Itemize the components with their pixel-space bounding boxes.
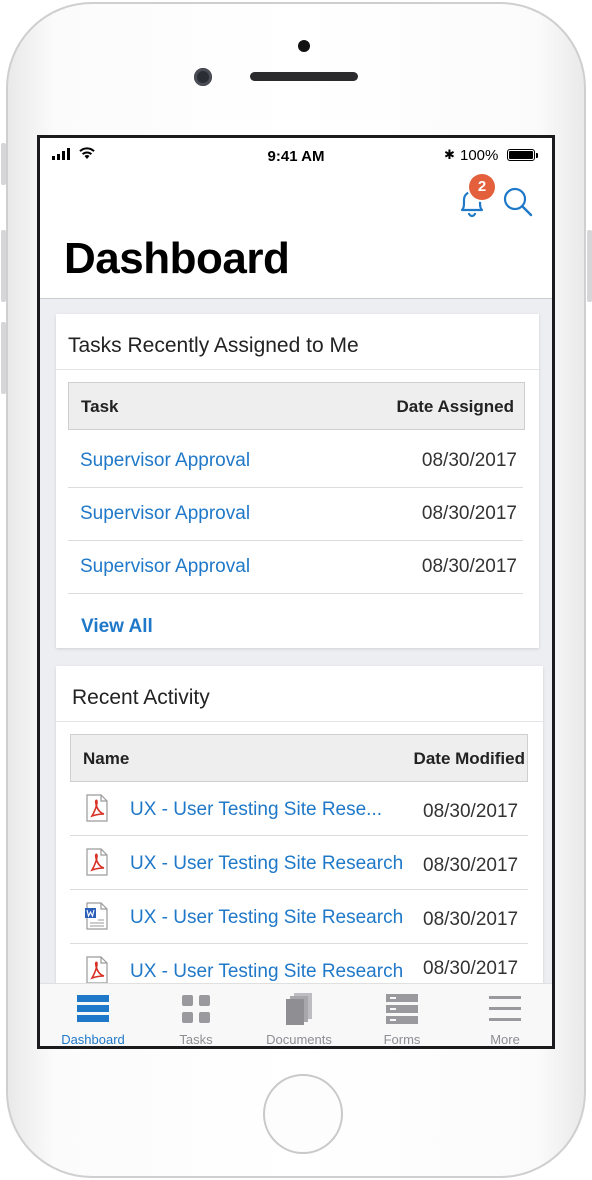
task-link[interactable]: Supervisor Approval (80, 450, 250, 472)
tab-more[interactable]: More (454, 984, 552, 1047)
tab-forms[interactable]: Forms (351, 984, 453, 1047)
pdf-file-icon (86, 848, 108, 876)
tab-label: Tasks (179, 1032, 213, 1047)
bluetooth-icon: ✱ (444, 147, 455, 162)
app-screen: 9:41 AM ✱ 100% 2 Dashboard Tasks Recentl… (37, 135, 555, 1049)
tasks-table-header: Task Date Assigned (68, 382, 525, 430)
activity-date: 08/30/2017 (423, 855, 519, 876)
word-file-icon (85, 902, 108, 930)
recent-activity-title: Recent Activity (72, 686, 210, 709)
front-camera (194, 68, 212, 86)
list-item[interactable]: UX - User Testing Site Research 08/30/20… (70, 890, 528, 944)
activity-name-link[interactable]: UX - User Testing Site Research (130, 853, 403, 875)
divider (56, 721, 543, 722)
tab-label: More (490, 1032, 520, 1047)
activity-table-header: Name Date Modified (70, 734, 528, 782)
dashboard-icon (77, 995, 109, 1022)
table-row[interactable]: Supervisor Approval 08/30/2017 (68, 541, 523, 594)
search-icon[interactable] (502, 186, 534, 218)
volume-down-button (1, 322, 6, 394)
tasks-card-title: Tasks Recently Assigned to Me (68, 334, 359, 357)
task-link[interactable]: Supervisor Approval (80, 556, 250, 578)
column-header-date-modified[interactable]: Date Modified (414, 749, 525, 769)
battery-tip (536, 153, 538, 158)
task-link[interactable]: Supervisor Approval (80, 503, 250, 525)
view-all-link[interactable]: View All (81, 616, 153, 638)
home-button[interactable] (263, 1074, 343, 1154)
activity-date: 08/30/2017 (423, 801, 519, 822)
activity-date: 08/30/2017 (423, 909, 519, 930)
tab-dashboard[interactable]: Dashboard (42, 984, 144, 1047)
power-button (587, 230, 592, 302)
column-header-date-assigned[interactable]: Date Assigned (397, 397, 514, 417)
pdf-file-icon (86, 794, 108, 822)
proximity-sensor (298, 40, 310, 52)
page-title: Dashboard (64, 234, 290, 283)
documents-icon (286, 993, 312, 1025)
table-row[interactable]: Supervisor Approval 08/30/2017 (68, 488, 523, 541)
tab-tasks[interactable]: Tasks (145, 984, 247, 1047)
status-bar: 9:41 AM ✱ 100% (40, 138, 552, 174)
divider (56, 369, 539, 370)
more-menu-icon (489, 996, 521, 1021)
activity-name-link[interactable]: UX - User Testing Site Research (130, 961, 403, 983)
activity-name-link[interactable]: UX - User Testing Site Research (130, 907, 403, 929)
activity-date: 08/30/2017 (423, 958, 519, 979)
tab-label: Dashboard (61, 1032, 125, 1047)
task-date: 08/30/2017 (421, 503, 517, 524)
tab-bar: Dashboard Tasks Documents Forms More (40, 983, 552, 1047)
tab-label: Forms (383, 1032, 421, 1047)
mute-switch (1, 143, 6, 185)
pdf-file-icon (86, 956, 108, 984)
tab-documents[interactable]: Documents (248, 984, 350, 1047)
column-header-name[interactable]: Name (83, 749, 129, 769)
activity-name-link[interactable]: UX - User Testing Site Rese... (130, 799, 382, 821)
battery-percentage: 100% (460, 147, 499, 164)
battery-icon (507, 149, 535, 161)
table-row[interactable]: Supervisor Approval 08/30/2017 (68, 435, 523, 488)
tab-label: Documents (266, 1032, 332, 1047)
volume-up-button (1, 230, 6, 302)
forms-icon (386, 994, 418, 1024)
tasks-card: Tasks Recently Assigned to Me Task Date … (56, 314, 539, 648)
recent-activity-card: Recent Activity Name Date Modified UX - … (56, 666, 543, 1006)
task-date: 08/30/2017 (421, 450, 517, 471)
earpiece-speaker (250, 72, 358, 81)
column-header-task[interactable]: Task (81, 397, 119, 417)
tasks-grid-icon (182, 995, 210, 1023)
list-item[interactable]: UX - User Testing Site Rese... 08/30/201… (70, 782, 528, 836)
task-date: 08/30/2017 (421, 556, 517, 577)
notification-badge: 2 (469, 174, 495, 200)
list-item[interactable]: UX - User Testing Site Research 08/30/20… (70, 836, 528, 890)
dashboard-header: 2 Dashboard (40, 174, 552, 299)
